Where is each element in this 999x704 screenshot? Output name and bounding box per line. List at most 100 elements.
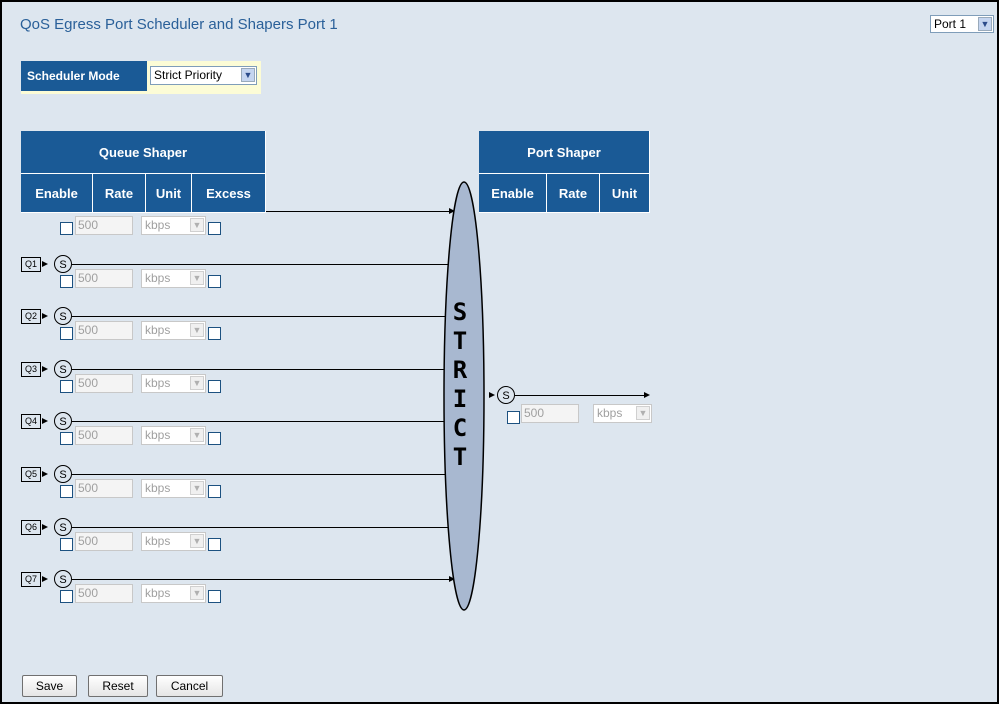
queue-output-line: [72, 368, 449, 370]
port-shaper-unit-value: kbps: [597, 406, 623, 420]
arrow-icon: [644, 392, 650, 398]
port-shaper-header: Port Shaper: [479, 131, 650, 174]
queue-excess-checkbox[interactable]: [208, 222, 221, 235]
queue-unit-select[interactable]: kbps ▼: [141, 426, 206, 446]
queue-excess-checkbox[interactable]: [208, 432, 221, 446]
queue-rate-input[interactable]: 500: [75, 426, 133, 446]
scheduler-mode-label: Scheduler Mode: [21, 61, 147, 91]
queue-shaper-symbol: S: [54, 570, 72, 589]
queue-unit-value: kbps: [145, 586, 171, 601]
chevron-down-icon: ▼: [190, 428, 204, 443]
chevron-down-icon: ▼: [190, 323, 204, 338]
queue-excess-checkbox[interactable]: [208, 485, 221, 498]
queue-shaper-symbol: S: [54, 307, 72, 326]
queue-unit-value: kbps: [145, 481, 171, 495]
queue-output-line: [72, 474, 449, 475]
page-title: QoS Egress Port Scheduler and Shapers Po…: [20, 16, 338, 33]
queue-unit-value: kbps: [145, 218, 171, 232]
port-shaper-enable-checkbox[interactable]: [507, 411, 520, 424]
queue-rate-input[interactable]: 500: [75, 584, 133, 604]
port-shaper-rate-input[interactable]: 500: [521, 404, 579, 423]
queue-enable-checkbox[interactable]: [60, 432, 73, 446]
queue-output-line: [72, 421, 449, 423]
queue-enable-checkbox[interactable]: [60, 222, 73, 235]
queue-shaper-symbol: S: [54, 254, 72, 273]
port-shaper-unit-select[interactable]: kbps ▼: [593, 404, 652, 423]
reset-button[interactable]: Reset: [88, 675, 148, 697]
queue-enable-checkbox[interactable]: [60, 379, 73, 393]
strict-letter: T: [452, 327, 468, 355]
queue-unit-select[interactable]: kbps ▼: [141, 531, 206, 551]
port-col-rate: Rate: [547, 174, 600, 213]
page-frame: QoS Egress Port Scheduler and Shapers Po…: [0, 0, 999, 704]
chevron-down-icon: ▼: [978, 17, 992, 31]
queue-rate-input[interactable]: 500: [75, 268, 133, 288]
queue-rate-input[interactable]: 500: [75, 479, 133, 498]
strict-letter: C: [452, 414, 468, 442]
chevron-down-icon: ▼: [190, 270, 204, 285]
queue-enable-checkbox[interactable]: [60, 590, 73, 604]
queue-output-line: [72, 579, 449, 581]
queue-unit-value: kbps: [145, 270, 171, 285]
strict-letter: R: [452, 356, 468, 384]
port-select[interactable]: Port 1 ▼: [930, 15, 994, 33]
queue-shaper-symbol: S: [54, 359, 72, 378]
port-output-line: [515, 395, 644, 396]
queue-shaper-symbol: S: [54, 412, 72, 431]
queue-unit-value: kbps: [145, 323, 171, 338]
queue-unit-select[interactable]: kbps ▼: [141, 584, 206, 604]
queue-enable-checkbox[interactable]: [60, 274, 73, 288]
queue-excess-checkbox[interactable]: [208, 274, 221, 288]
queue-unit-select[interactable]: kbps ▼: [141, 268, 206, 288]
queue-output-line: [72, 263, 449, 265]
cancel-button[interactable]: Cancel: [156, 675, 223, 697]
queue-col-enable: Enable: [21, 174, 93, 213]
queue-output-line: [72, 316, 449, 318]
queue-unit-select[interactable]: kbps ▼: [141, 216, 206, 235]
strict-letter: S: [452, 298, 468, 326]
queue-shaper-header: Queue Shaper: [21, 131, 266, 174]
arrow-icon: [489, 392, 495, 398]
queue-unit-select[interactable]: kbps ▼: [141, 321, 206, 341]
queue-unit-value: kbps: [145, 375, 171, 390]
queue-label: Q2: [21, 309, 41, 325]
queue-label: Q6: [21, 519, 41, 535]
arrow-icon: [42, 418, 48, 425]
queue-enable-checkbox[interactable]: [60, 537, 73, 551]
queue-enable-checkbox[interactable]: [60, 485, 73, 498]
queue-rate-input[interactable]: 500: [75, 373, 133, 393]
scheduler-mode-select[interactable]: Strict Priority ▼: [150, 66, 257, 85]
arrow-icon: [42, 260, 48, 267]
queue-excess-checkbox[interactable]: [208, 327, 221, 341]
queue-label: Q7: [21, 572, 41, 588]
queue-shaper-symbol: S: [54, 465, 72, 483]
queue-rate-input[interactable]: 500: [75, 216, 133, 235]
arrow-icon: [42, 313, 48, 320]
save-button[interactable]: Save: [22, 675, 77, 697]
chevron-down-icon: ▼: [636, 406, 650, 420]
strict-letter: I: [452, 385, 468, 413]
chevron-down-icon: ▼: [190, 481, 204, 495]
queue-label: Q3: [21, 361, 41, 377]
queue-unit-value: kbps: [145, 428, 171, 443]
queue-col-rate: Rate: [93, 174, 146, 213]
strict-letter: T: [452, 443, 468, 471]
queue-rate-input[interactable]: 500: [75, 321, 133, 341]
queue-excess-checkbox[interactable]: [208, 537, 221, 551]
scheduler-mode-value: Strict Priority: [154, 68, 223, 82]
queue-enable-checkbox[interactable]: [60, 327, 73, 341]
chevron-down-icon: ▼: [241, 68, 255, 82]
arrow-icon: [42, 523, 48, 530]
queue-rate-input[interactable]: 500: [75, 531, 133, 551]
queue-excess-checkbox[interactable]: [208, 590, 221, 604]
queue-output-line: [266, 211, 449, 212]
queue-col-unit: Unit: [146, 174, 192, 213]
queue-unit-select[interactable]: kbps ▼: [141, 373, 206, 393]
chevron-down-icon: ▼: [190, 586, 204, 601]
port-col-unit: Unit: [600, 174, 650, 213]
chevron-down-icon: ▼: [190, 533, 204, 548]
queue-unit-select[interactable]: kbps ▼: [141, 479, 206, 498]
queue-excess-checkbox[interactable]: [208, 379, 221, 393]
queue-output-line: [72, 526, 449, 528]
queue-shaper-symbol: S: [54, 517, 72, 536]
